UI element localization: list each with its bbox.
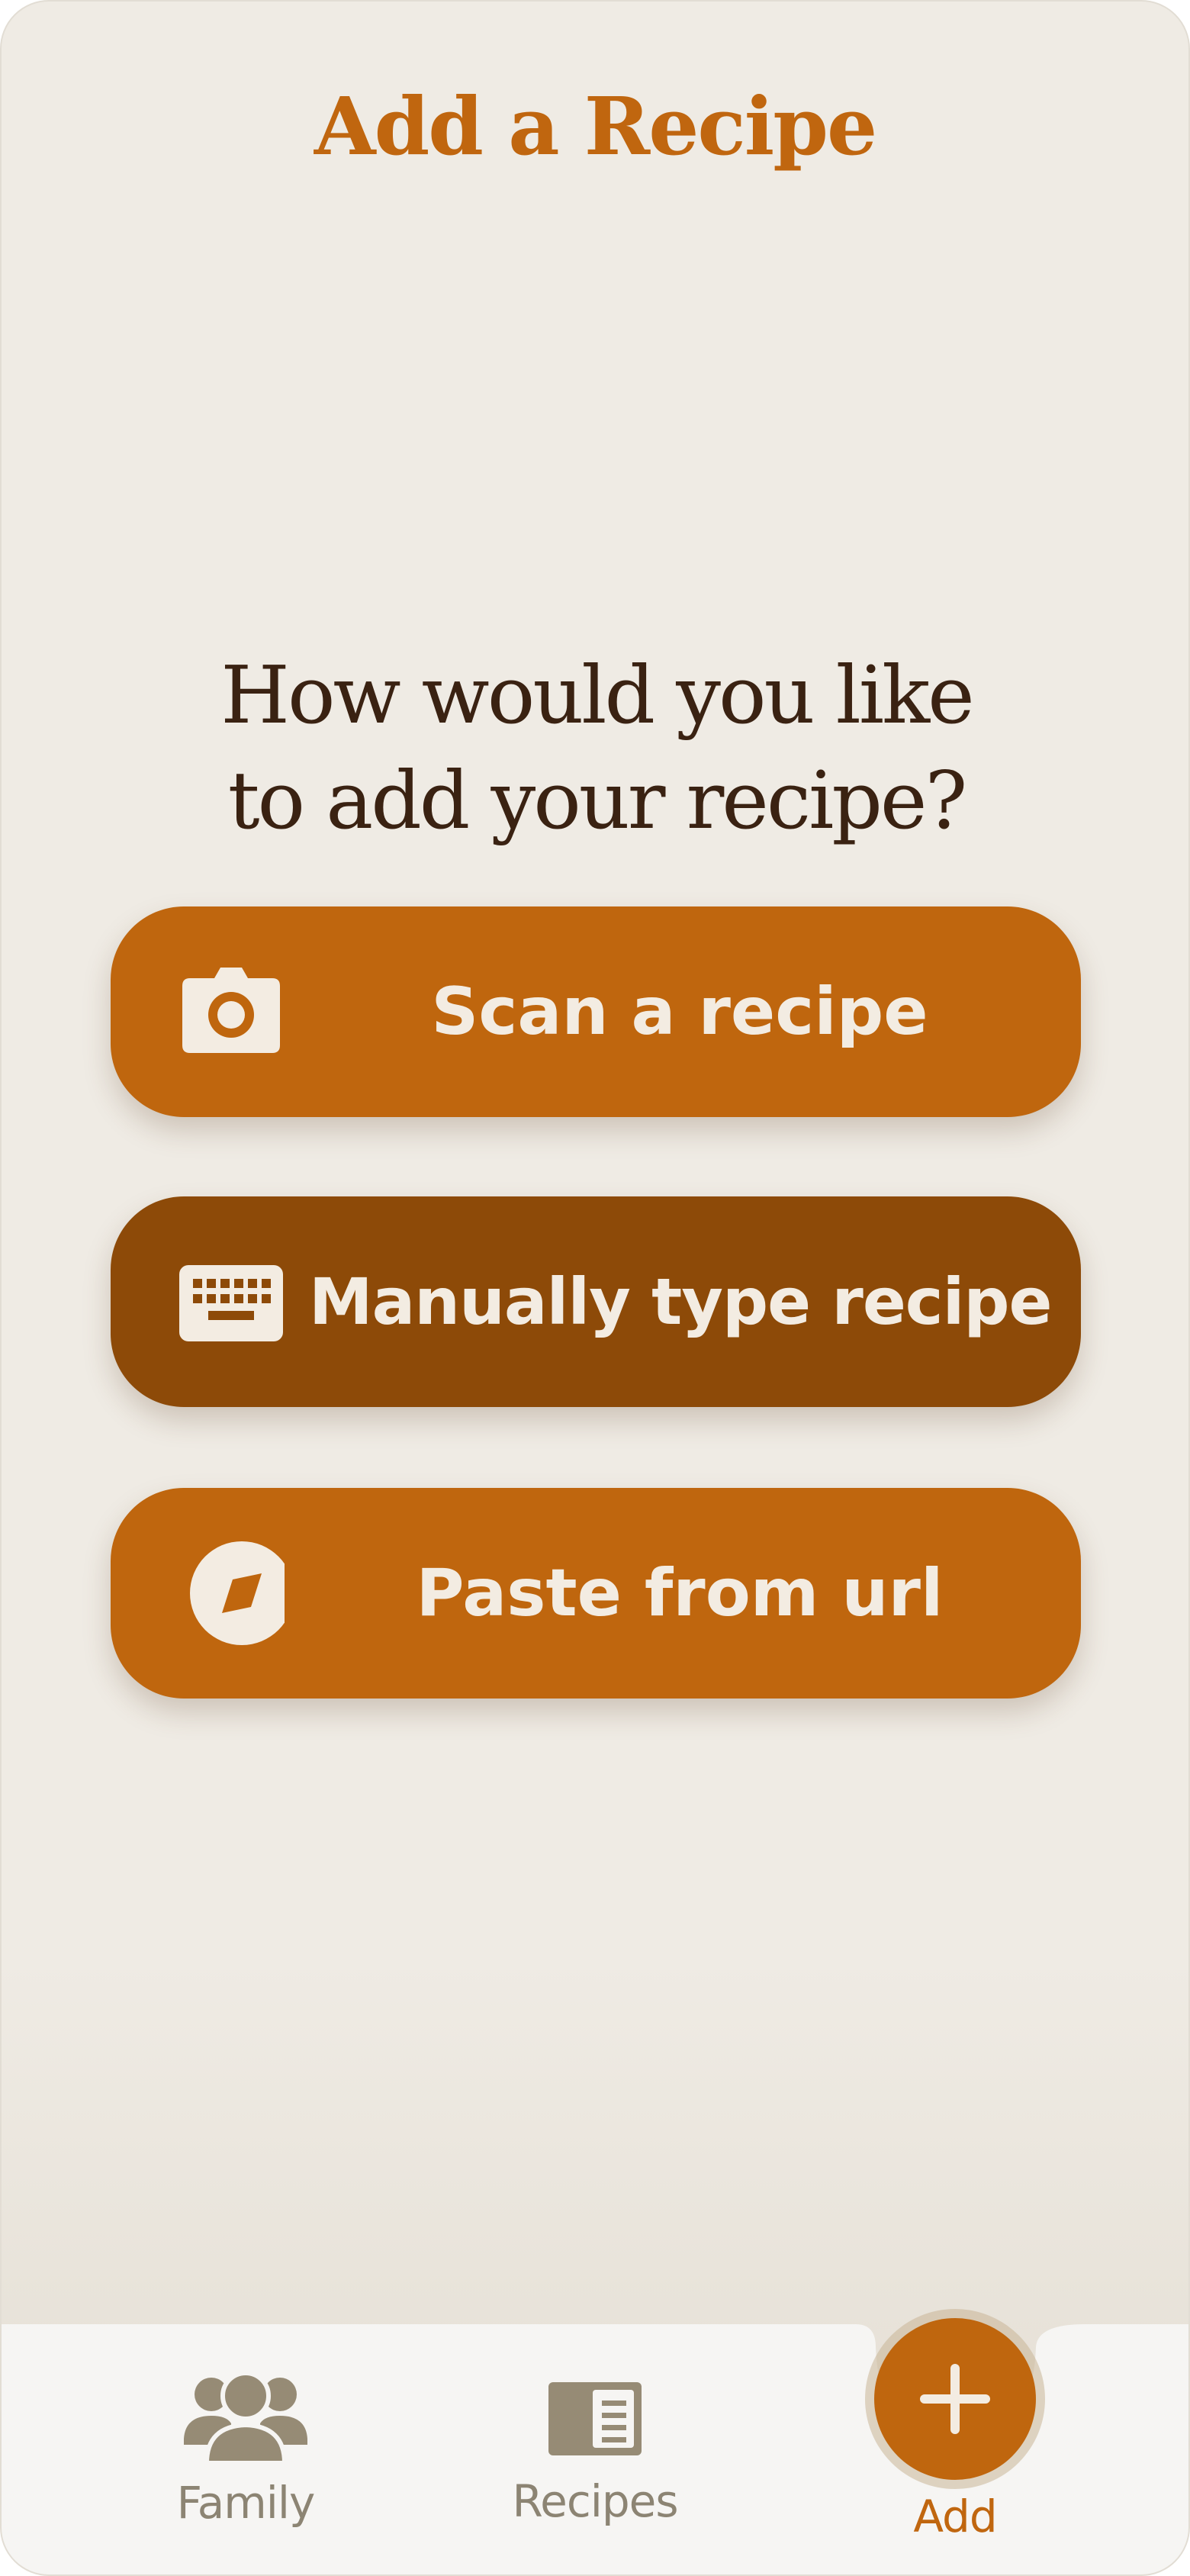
nav-item-family[interactable]: Family <box>131 2368 360 2529</box>
nav-label-add: Add <box>913 2491 997 2542</box>
add-recipe-fab[interactable] <box>874 2318 1036 2480</box>
plus-icon <box>917 2361 993 2437</box>
app-screen: Add a Recipe How would you like to add y… <box>0 0 1190 2576</box>
manual-type-recipe-button[interactable]: Manually type recipe <box>111 1196 1081 1407</box>
compass-icon <box>178 1540 294 1647</box>
paste-url-label: Paste from url <box>416 1555 944 1631</box>
people-icon <box>181 2368 310 2468</box>
book-icon <box>545 2379 645 2458</box>
nav-label-family: Family <box>176 2477 316 2529</box>
nav-label-recipes: Recipes <box>512 2475 678 2527</box>
scan-recipe-button[interactable]: Scan a recipe <box>111 906 1081 1117</box>
nav-item-recipes[interactable]: Recipes <box>481 2379 709 2527</box>
prompt-line-2: to add your recipe? <box>227 754 967 847</box>
page-title: Add a Recipe <box>314 79 877 173</box>
manual-type-recipe-label: Manually type recipe <box>309 1264 1052 1339</box>
add-method-prompt: How would you like to add your recipe? <box>185 642 1008 853</box>
scan-recipe-label: Scan a recipe <box>431 974 928 1050</box>
prompt-line-1: How would you like <box>220 649 974 742</box>
paste-url-button[interactable]: Paste from url <box>111 1488 1081 1699</box>
camera-icon <box>178 958 285 1065</box>
keyboard-icon <box>178 1248 285 1355</box>
nav-item-add[interactable]: Add <box>841 2491 1069 2542</box>
